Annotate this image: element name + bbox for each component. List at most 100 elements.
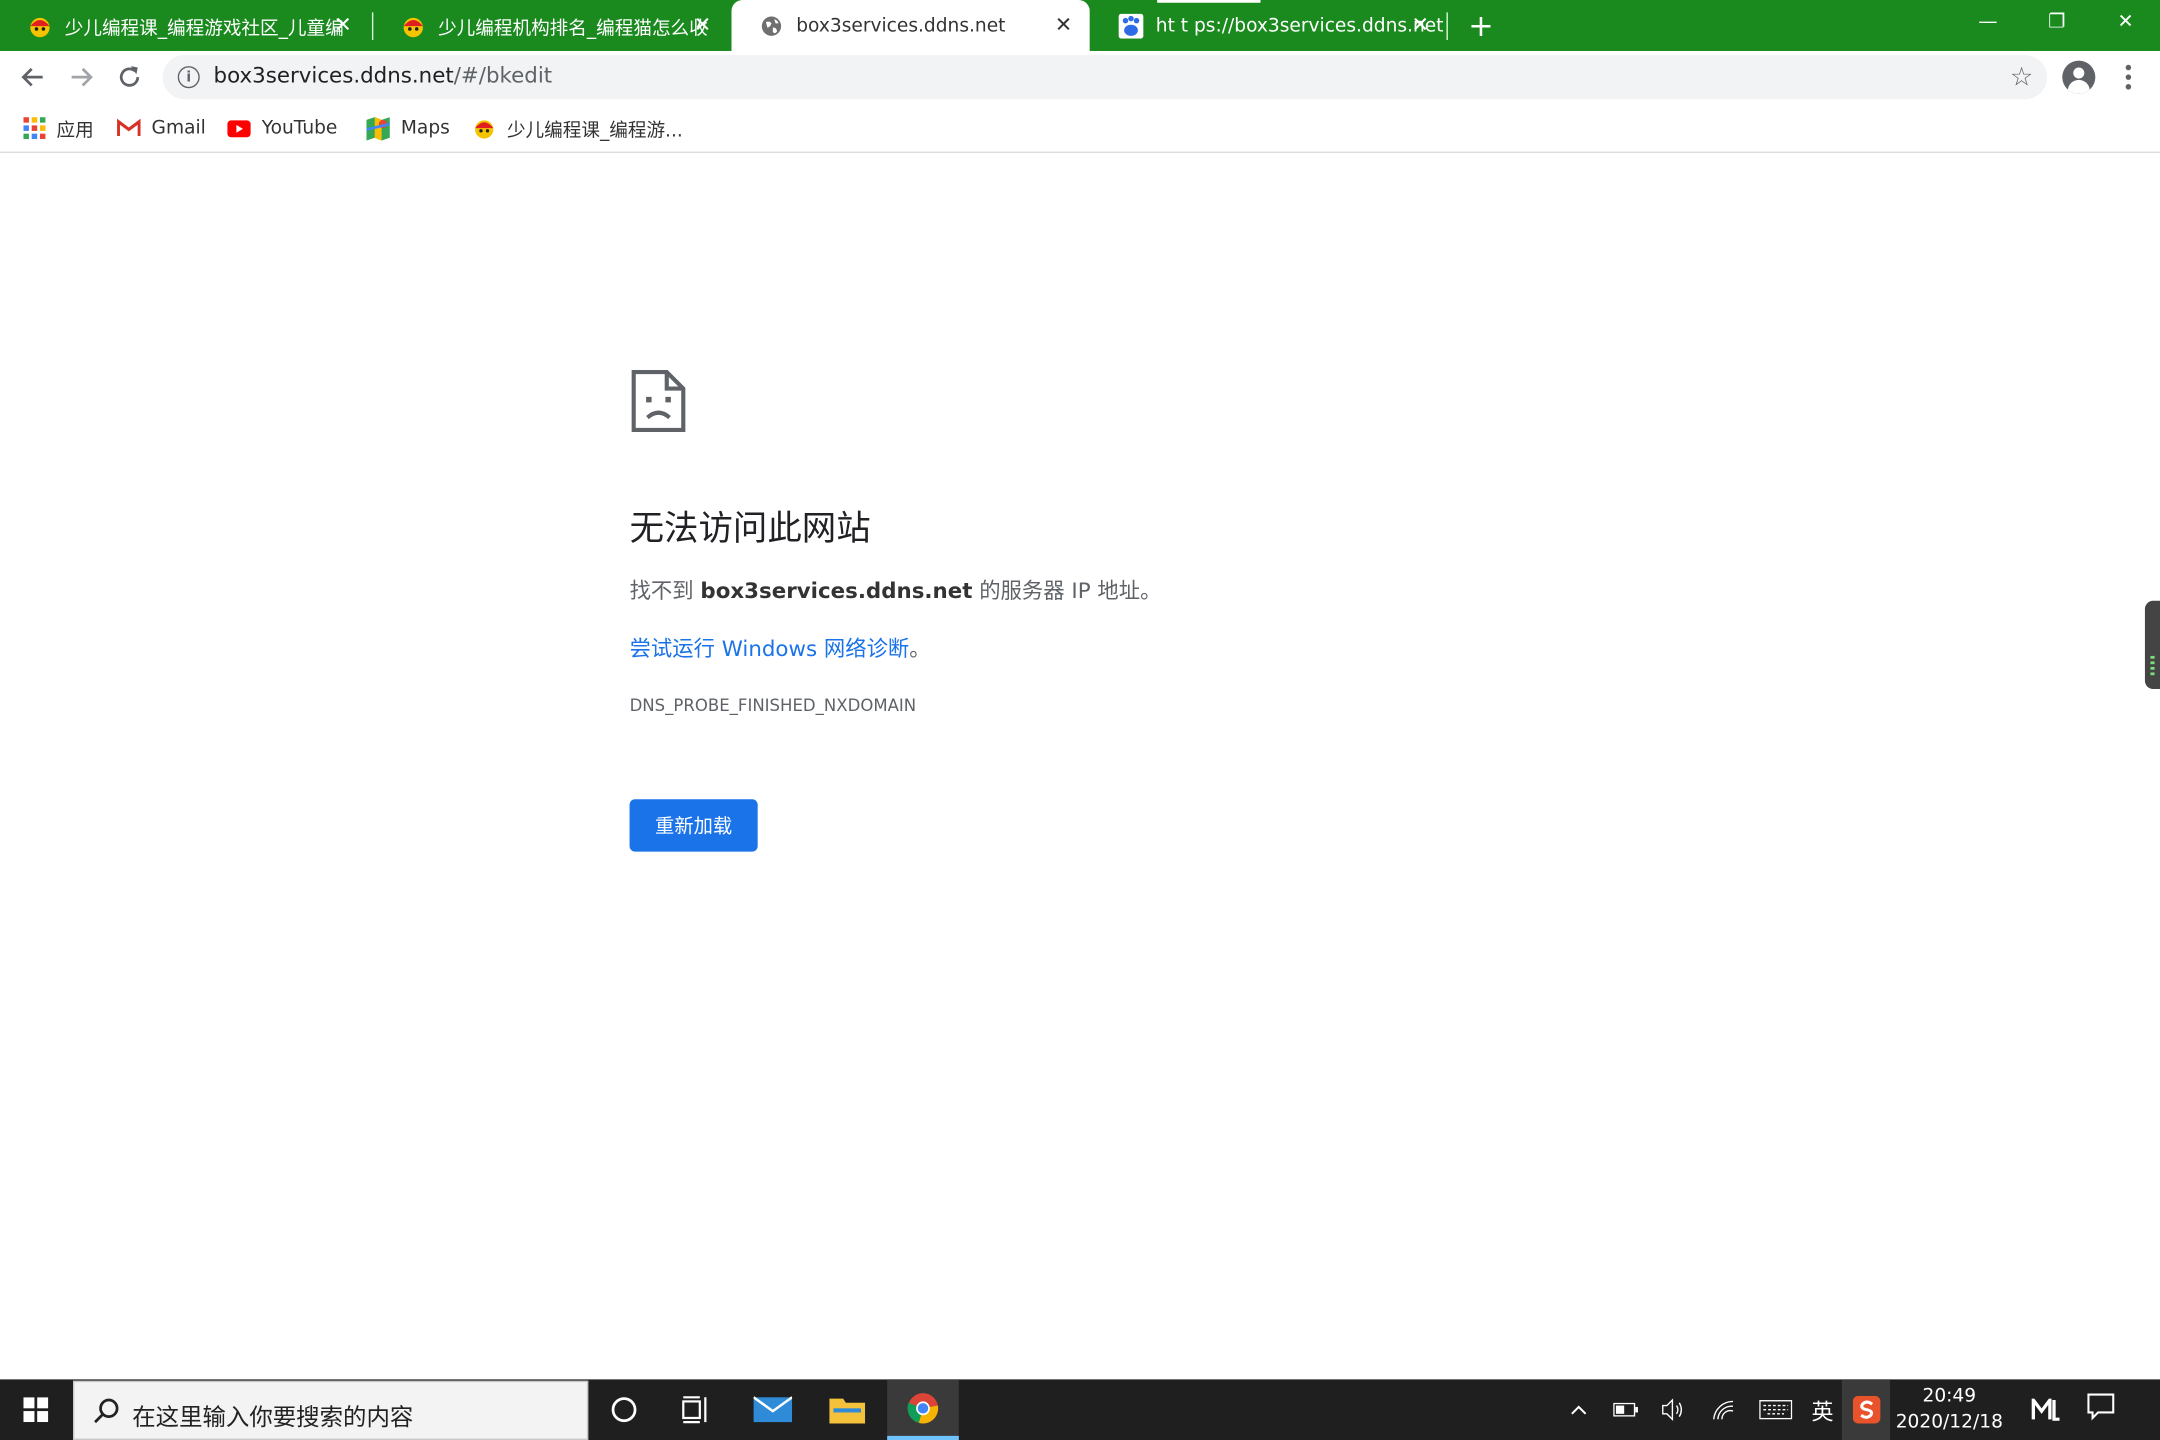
globe-icon <box>759 13 784 38</box>
show-hidden-icons-button[interactable] <box>1565 1379 1593 1440</box>
tab-codemao-2[interactable]: 少儿编程机构排名_编程猫怎么收 ✕ <box>373 0 728 51</box>
bookmark-youtube[interactable]: YouTube <box>227 112 337 145</box>
tab-title: 少儿编程机构排名_编程猫怎么收 <box>438 17 708 40</box>
gmail-icon <box>117 116 141 139</box>
browser-menu-button[interactable] <box>2115 59 2143 95</box>
chrome-icon <box>907 1392 939 1423</box>
tab-loading-indicator <box>899 0 973 3</box>
action-center-button[interactable] <box>2087 1393 2115 1426</box>
sad-page-icon <box>631 369 686 433</box>
youtube-icon <box>227 116 251 139</box>
error-code: DNS_PROBE_FINISHED_NXDOMAIN <box>629 695 917 716</box>
desc-suffix: 的服务器 IP 地址。 <box>972 578 1162 604</box>
codemao-icon <box>401 13 426 38</box>
codemao-icon <box>28 13 53 38</box>
battery-tray[interactable] <box>1608 1379 1644 1440</box>
tab-baidu[interactable]: ht t ps://box3services.ddns.net ✕ <box>1091 0 1446 51</box>
desc-prefix: 找不到 <box>629 578 701 604</box>
error-suggestion: 尝试运行 Windows 网络诊断。 <box>630 633 931 663</box>
address-bar[interactable]: i box3services.ddns.net/#/bkedit ☆ <box>162 55 2048 100</box>
url-host: box3services.ddns.net <box>213 63 454 89</box>
task-view-button[interactable] <box>660 1379 732 1440</box>
taskbar-chrome[interactable] <box>887 1379 959 1440</box>
search-placeholder: 在这里输入你要搜索的内容 <box>132 1404 414 1432</box>
url-path: /#/bkedit <box>453 63 553 89</box>
windows-taskbar: 在这里输入你要搜索的内容 英 20:49 2020/12/18 <box>0 1379 2160 1440</box>
windows-diagnostics-link[interactable]: 尝试运行 Windows 网络诊断 <box>630 637 910 662</box>
profile-avatar[interactable] <box>2062 60 2096 94</box>
reload-icon <box>119 66 140 87</box>
close-window-button[interactable]: ✕ <box>2091 0 2160 44</box>
tab-strip: 少儿编程课_编程游戏社区_儿童编 ✕ 少儿编程机构排名_编程猫怎么收 ✕ box… <box>0 0 2160 51</box>
sogou-icon <box>1852 1395 1880 1424</box>
browser-toolbar: i box3services.ddns.net/#/bkedit ☆ <box>0 50 2160 104</box>
tab-separator <box>1446 12 1448 40</box>
battery-icon <box>1613 1402 1638 1417</box>
bookmark-maps[interactable]: Maps <box>366 112 450 145</box>
tab-box3services[interactable]: box3services.ddns.net ✕ <box>731 0 1090 51</box>
volume-tray[interactable] <box>1656 1379 1692 1440</box>
url-text[interactable]: box3services.ddns.net/#/bkedit <box>214 63 553 88</box>
folder-icon <box>829 1398 866 1424</box>
tab-loading-indicator <box>1157 0 1261 3</box>
tab-title: 少儿编程课_编程游戏社区_儿童编 <box>64 17 344 40</box>
link-suffix: 。 <box>909 636 931 662</box>
maps-icon <box>366 116 390 140</box>
clock-time: 20:49 <box>1922 1384 1977 1407</box>
side-panel-handle[interactable] <box>2144 600 2160 689</box>
clock-date: 2020/12/18 <box>1895 1411 2003 1434</box>
bookmark-star-icon[interactable]: ☆ <box>2010 62 2033 92</box>
site-info-icon[interactable]: i <box>177 66 200 89</box>
notification-icon <box>2087 1393 2115 1421</box>
new-tab-button[interactable]: + <box>1463 8 1499 44</box>
task-view-icon <box>682 1396 707 1424</box>
minimize-button[interactable]: — <box>1953 0 2022 44</box>
tab-title: ht t ps://box3services.ddns.net <box>1155 14 1444 37</box>
bookmark-label: Gmail <box>151 117 206 140</box>
wifi-icon <box>1713 1400 1734 1420</box>
forward-button[interactable] <box>61 56 102 97</box>
bookmark-apps[interactable]: 应用 <box>22 112 94 145</box>
bookmark-label: 应用 <box>56 119 94 142</box>
screen: 少儿编程课_编程游戏社区_儿童编 ✕ 少儿编程机构排名_编程猫怎么收 ✕ box… <box>0 0 2160 1440</box>
error-description: 找不到 box3services.ddns.net 的服务器 IP 地址。 <box>630 575 1162 605</box>
reload-page-button[interactable]: 重新加载 <box>629 799 758 852</box>
chevron-up-icon <box>1571 1405 1587 1415</box>
touch-keyboard-tray[interactable] <box>1756 1379 1795 1440</box>
error-title: 无法访问此网站 <box>629 508 871 549</box>
tab-codemao-1[interactable]: 少儿编程课_编程游戏社区_儿童编 ✕ <box>0 0 369 51</box>
search-icon <box>94 1398 119 1424</box>
error-page: 无法访问此网站 找不到 box3services.ddns.net 的服务器 I… <box>0 154 2160 1380</box>
back-arrow-icon <box>21 67 43 87</box>
taskbar-search-box[interactable]: 在这里输入你要搜索的内容 <box>73 1380 589 1440</box>
network-tray[interactable] <box>1705 1379 1741 1440</box>
codemao-icon <box>473 116 496 139</box>
cortana-circle-icon <box>611 1397 637 1423</box>
cortana-button[interactable] <box>588 1379 660 1440</box>
speaker-icon <box>1662 1398 1683 1421</box>
back-button[interactable] <box>12 56 53 97</box>
close-tab-icon[interactable]: ✕ <box>1408 12 1433 37</box>
bookmark-label: Maps <box>400 117 450 140</box>
mail-icon <box>753 1396 793 1423</box>
close-tab-icon[interactable]: ✕ <box>331 12 356 37</box>
taskbar-file-explorer[interactable] <box>811 1379 883 1440</box>
close-tab-icon[interactable]: ✕ <box>690 12 715 37</box>
m-logo-icon <box>2031 1398 2060 1421</box>
close-tab-icon[interactable]: ✕ <box>1051 12 1076 37</box>
reload-button[interactable] <box>109 56 150 97</box>
taskbar-clock[interactable]: 20:49 2020/12/18 <box>1890 1384 2008 1436</box>
ime-indicator[interactable]: 英 <box>1805 1379 1841 1440</box>
desc-host: box3services.ddns.net <box>700 578 973 604</box>
forward-arrow-icon <box>71 67 93 87</box>
keyboard-icon <box>1759 1400 1793 1420</box>
bookmarks-bar: 应用 Gmail YouTube Maps 少儿编程课_编程游... <box>0 103 2160 153</box>
bookmark-gmail[interactable]: Gmail <box>117 112 206 145</box>
bookmark-codemao[interactable]: 少儿编程课_编程游... <box>473 112 683 145</box>
bookmark-label: YouTube <box>261 117 338 140</box>
taskbar-mail[interactable] <box>737 1379 809 1440</box>
start-button[interactable] <box>0 1379 72 1440</box>
sogou-ime-tray[interactable] <box>1841 1379 1891 1440</box>
m-app-tray[interactable] <box>2022 1379 2069 1440</box>
restore-button[interactable]: ❐ <box>2022 0 2091 44</box>
